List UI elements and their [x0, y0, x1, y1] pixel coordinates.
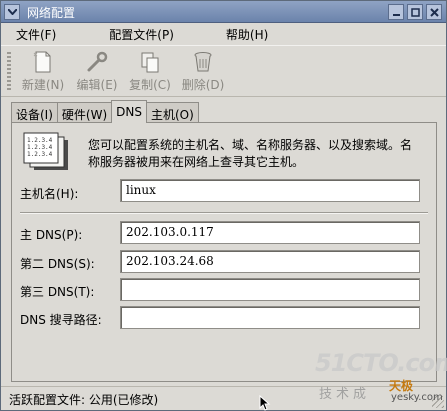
copy-icon [141, 52, 159, 73]
copy-button[interactable]: 复制(C) [124, 50, 176, 94]
window-menu-icon[interactable] [4, 4, 20, 20]
dns-panel: 1.2.3.4 1.2.3.4 1.2.3.4 您可以配置系统的主机名、域、名称… [11, 122, 437, 382]
new-icon [33, 51, 51, 73]
svg-text:1.2.3.4: 1.2.3.4 [27, 144, 53, 151]
new-label: 新建(N) [21, 78, 65, 92]
toolbar-grip[interactable] [7, 52, 11, 92]
maximize-icon[interactable] [407, 4, 423, 20]
window-title: 网络配置 [27, 6, 76, 20]
tertiary-dns-field[interactable] [120, 278, 420, 301]
separator [20, 212, 428, 214]
dns-search-path-field[interactable] [120, 306, 420, 329]
minimize-icon[interactable] [388, 4, 404, 20]
resize-grip[interactable] [432, 396, 444, 408]
close-icon[interactable] [426, 4, 442, 20]
delete-icon [194, 52, 212, 72]
edit-label: 编辑(E) [76, 78, 118, 92]
edit-button[interactable]: 编辑(E) [71, 50, 123, 94]
hostname-label: 主机名(H): [20, 187, 79, 201]
tab-hosts[interactable]: 主机(O) [145, 102, 199, 123]
secondary-dns-field[interactable]: 202.103.24.68 [120, 250, 420, 273]
tab-hardware[interactable]: 硬件(W) [56, 102, 113, 123]
status-text: 活跃配置文件: 公用(已修改) [9, 393, 159, 407]
toolbar: 新建(N) 编辑(E) 复制(C) 删除(D) [1, 45, 446, 97]
new-button[interactable]: 新建(N) [17, 50, 69, 94]
mouse-cursor-icon [259, 395, 271, 411]
status-bar: 活跃配置文件: 公用(已修改) [1, 386, 446, 410]
dns-search-path-label: DNS 搜寻路径: [20, 313, 102, 327]
tab-devices[interactable]: 设备(I) [11, 102, 58, 123]
menu-bar: 文件(F) 配置文件(P) 帮助(H) [1, 23, 446, 45]
edit-icon [87, 51, 108, 72]
tertiary-dns-label: 第三 DNS(T): [20, 285, 95, 299]
svg-text:1.2.3.4: 1.2.3.4 [27, 137, 53, 144]
hostname-field[interactable]: linux [120, 179, 420, 202]
dns-info-icon: 1.2.3.4 1.2.3.4 1.2.3.4 [23, 132, 68, 170]
secondary-dns-label: 第二 DNS(S): [20, 257, 95, 271]
delete-label: 删除(D) [181, 78, 225, 92]
delete-button[interactable]: 删除(D) [177, 50, 229, 94]
dns-description: 您可以配置系统的主机名、域、名称服务器、以及搜索域。名称服务器被用来在网络上查寻… [88, 138, 413, 169]
menu-profile[interactable]: 配置文件(P) [64, 23, 182, 45]
copy-label: 复制(C) [129, 78, 171, 92]
tab-dns[interactable]: DNS [111, 100, 147, 123]
menu-file[interactable]: 文件(F) [1, 23, 64, 45]
primary-dns-field[interactable]: 202.103.0.117 [120, 221, 420, 244]
menu-help[interactable]: 帮助(H) [182, 23, 276, 45]
svg-text:1.2.3.4: 1.2.3.4 [27, 151, 53, 158]
network-config-window: 网络配置 文件(F) 配置文件(P) 帮助(H) 新建(N) 编辑(E) 复制(… [0, 0, 447, 411]
title-bar: 网络配置 [1, 1, 446, 23]
primary-dns-label: 主 DNS(P): [20, 228, 83, 242]
tab-strip: 设备(I) 硬件(W) DNS 主机(O) [11, 100, 199, 123]
